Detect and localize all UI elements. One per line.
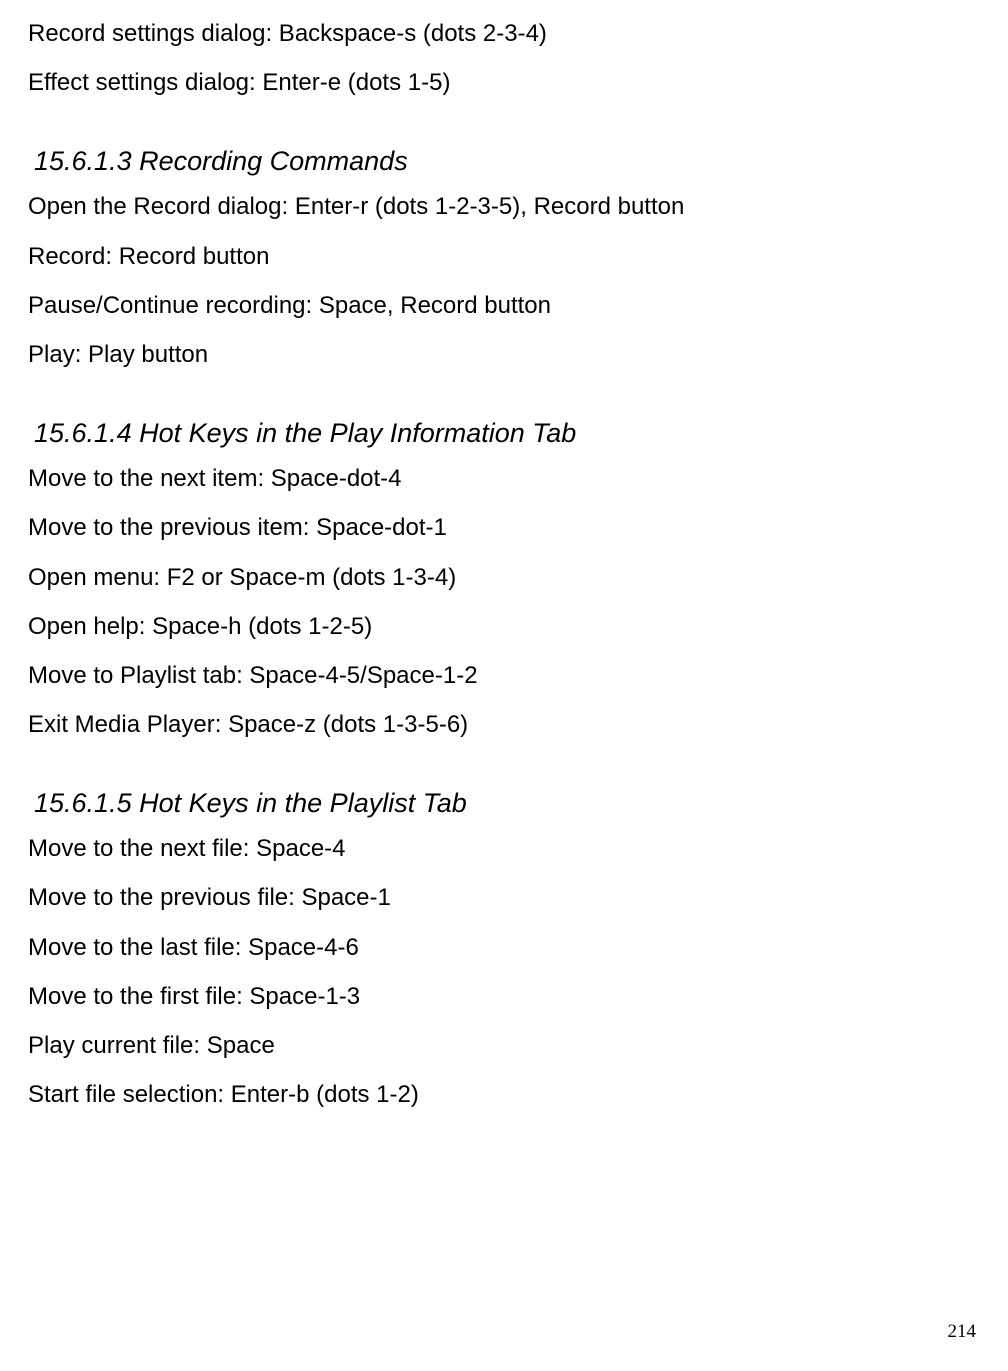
body-line: Move to the previous item: Space-dot-1 — [28, 512, 980, 543]
body-line: Play current file: Space — [28, 1030, 980, 1061]
body-line: Open menu: F2 or Space-m (dots 1-3-4) — [28, 562, 980, 593]
body-line: Move to the previous file: Space-1 — [28, 882, 980, 913]
body-line: Pause/Continue recording: Space, Record … — [28, 290, 980, 321]
body-line: Move to the last file: Space-4-6 — [28, 932, 980, 963]
section-heading: 15.6.1.3 Recording Commands — [28, 146, 980, 177]
body-line: Move to the first file: Space-1-3 — [28, 981, 980, 1012]
body-line: Exit Media Player: Space-z (dots 1-3-5-6… — [28, 709, 980, 740]
page-number: 214 — [948, 1321, 977, 1343]
body-line: Record: Record button — [28, 241, 980, 272]
body-line: Move to Playlist tab: Space-4-5/Space-1-… — [28, 660, 980, 691]
body-line: Play: Play button — [28, 339, 980, 370]
body-line: Open help: Space-h (dots 1-2-5) — [28, 611, 980, 642]
body-line: Open the Record dialog: Enter-r (dots 1-… — [28, 191, 980, 222]
body-line: Record settings dialog: Backspace-s (dot… — [28, 18, 980, 49]
section-heading: 15.6.1.4 Hot Keys in the Play Informatio… — [28, 418, 980, 449]
section-heading: 15.6.1.5 Hot Keys in the Playlist Tab — [28, 788, 980, 819]
body-line: Effect settings dialog: Enter-e (dots 1-… — [28, 67, 980, 98]
body-line: Start file selection: Enter-b (dots 1-2) — [28, 1079, 980, 1110]
body-line: Move to the next file: Space-4 — [28, 833, 980, 864]
body-line: Move to the next item: Space-dot-4 — [28, 463, 980, 494]
